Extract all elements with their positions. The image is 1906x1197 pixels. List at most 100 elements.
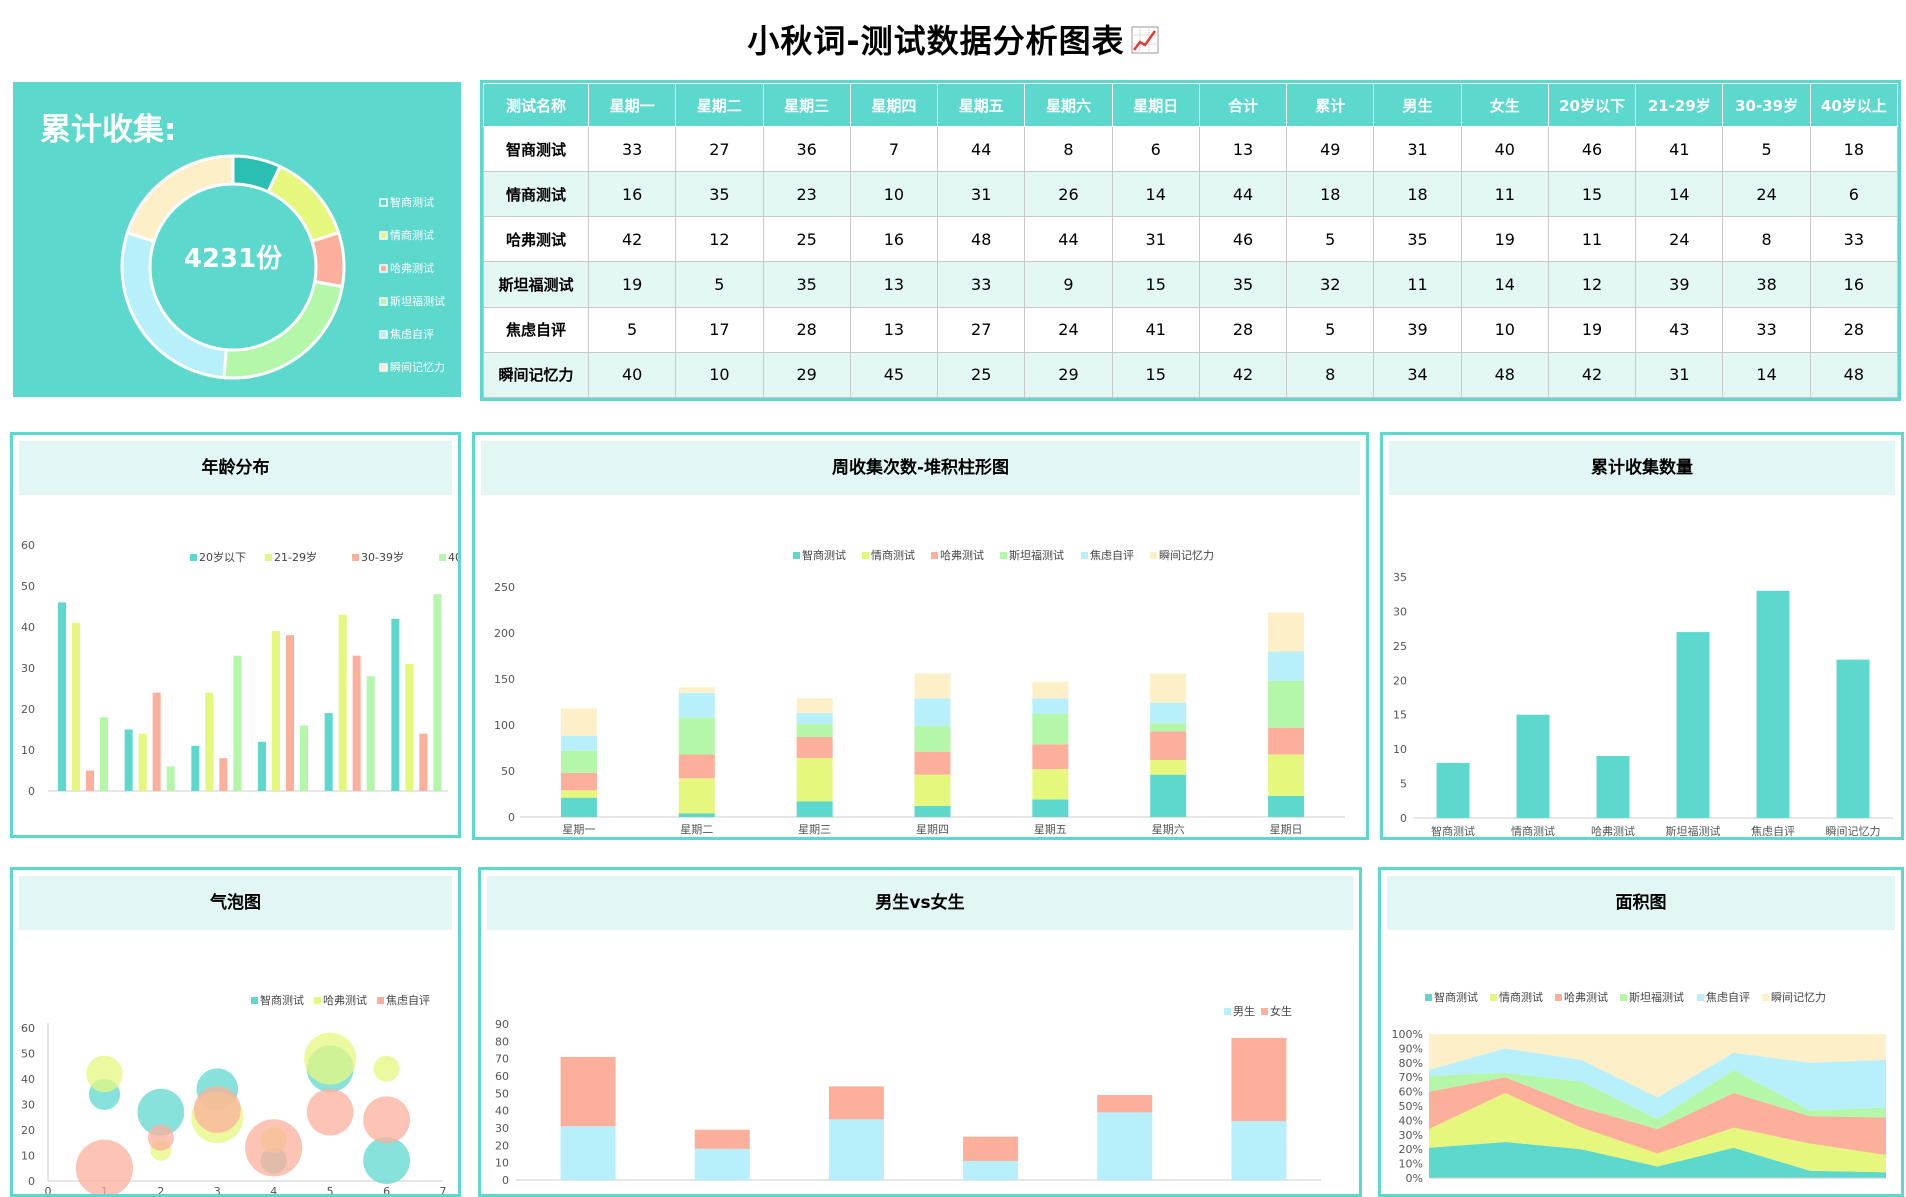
bubble-point	[86, 1055, 123, 1093]
y-tick-label: 60%	[1399, 1086, 1423, 1099]
table-cell: 10	[675, 351, 764, 399]
table-cell: 24	[1635, 216, 1724, 263]
y-tick-label: 100%	[1392, 1028, 1423, 1041]
x-tick-label: 5	[327, 1185, 334, 1194]
x-tick-label: 瞬间记忆力	[1826, 825, 1881, 837]
weekly-bar-segment	[914, 751, 951, 775]
table-header-15: 40岁以上	[1809, 83, 1899, 127]
table-cell: 15	[1111, 351, 1200, 399]
table-header-11: 女生	[1460, 83, 1549, 127]
table-cell: 14	[1635, 171, 1724, 218]
legend-swatch	[1697, 994, 1704, 1001]
table-cell: 6	[1809, 171, 1899, 218]
weekly-bar-segment	[560, 736, 597, 751]
legend-label: 焦虑自评	[390, 328, 434, 341]
table-cell: 35	[675, 171, 764, 218]
y-tick-label: 30%	[1399, 1129, 1423, 1142]
age-bar	[258, 741, 266, 791]
table-header-2: 星期二	[675, 83, 764, 127]
age-bar	[352, 655, 361, 791]
legend-label: 智商测试	[260, 993, 304, 1007]
legend-swatch	[379, 198, 388, 207]
y-tick-label: 90%	[1399, 1042, 1423, 1055]
legend-label: 斯坦福测试	[1009, 548, 1064, 562]
table-cell: 25	[762, 216, 851, 263]
table-cell: 39	[1373, 306, 1462, 353]
y-tick-label: 70	[495, 1053, 509, 1066]
weekly-bar-segment	[796, 724, 833, 737]
y-tick-label: 80%	[1399, 1057, 1423, 1070]
age-bar	[433, 594, 442, 791]
legend-swatch	[352, 554, 359, 561]
table-cell: 9	[1024, 261, 1113, 308]
gender-bar-segment	[963, 1136, 1019, 1161]
x-tick-label: 7	[440, 1185, 447, 1194]
weekly-bar-segment	[1150, 731, 1187, 760]
age-bar	[419, 733, 428, 791]
table-cell: 7	[849, 125, 939, 173]
table-row: 焦虑自评 5 17 28 13 27 24 41 28 5 39 10 19 43 33 28	[483, 306, 1899, 353]
table-cell: 33	[1809, 216, 1899, 263]
chart-increasing-icon	[1131, 24, 1159, 62]
table-cell: 19	[587, 261, 677, 308]
x-tick-label: 4	[270, 1185, 277, 1194]
table-cell: 23	[762, 171, 851, 218]
table-row-name: 焦虑自评	[483, 306, 589, 353]
table-header-7: 星期日	[1111, 83, 1200, 127]
x-tick-label: 星期日	[1270, 823, 1303, 836]
legend-swatch	[1261, 1008, 1268, 1015]
legend-swatch	[190, 554, 197, 561]
table-cell: 42	[587, 216, 677, 263]
age-bar	[219, 758, 228, 791]
table-cell: 11	[1373, 261, 1462, 308]
table-row: 斯坦福测试 19 5 35 13 33 9 15 35 32 11 14 12 39 38 16	[483, 261, 1899, 308]
legend-swatch	[265, 554, 272, 561]
gender-bar-segment	[828, 1119, 884, 1180]
donut-chart: 4231份 智商测试情商测试哈弗测试斯坦福测试焦虑自评瞬间记忆力	[120, 154, 445, 380]
legend-swatch	[1081, 552, 1088, 559]
legend-swatch	[1150, 552, 1157, 559]
weekly-bar-segment	[678, 687, 715, 693]
y-tick-label: 30	[495, 1122, 509, 1135]
table-header-3: 星期三	[762, 83, 851, 127]
weekly-bar-segment	[796, 801, 833, 817]
legend-label: 瞬间记忆力	[1771, 991, 1826, 1004]
gender-bar-segment	[560, 1126, 616, 1180]
table-cell: 11	[1460, 171, 1549, 218]
table-header-1: 星期一	[587, 83, 677, 127]
table-row-name: 智商测试	[483, 125, 589, 173]
table-cell: 14	[1722, 351, 1811, 399]
donut-slice	[125, 154, 235, 244]
y-tick-label: 10	[21, 744, 35, 757]
x-tick-label: 星期二	[680, 823, 713, 836]
legend-swatch	[379, 297, 388, 306]
table-cell: 15	[1111, 261, 1200, 308]
age-bar	[72, 622, 80, 791]
legend-swatch	[1490, 994, 1497, 1001]
data-table: 测试名称 星期一 星期二 星期三 星期四 星期五 星期六 星期日 合计 累计 男生 女生 20岁以下 21…	[483, 83, 1899, 399]
table-cell: 17	[675, 306, 764, 353]
y-tick-label: 20	[1393, 674, 1407, 687]
y-tick-label: 50	[21, 580, 35, 593]
gender-bar-segment	[1231, 1037, 1287, 1122]
table-header-4: 星期四	[849, 83, 939, 127]
weekly-bar-segment	[560, 750, 597, 773]
table-cell: 33	[587, 125, 677, 173]
table-row: 瞬间记忆力 40 10 29 45 25 29 15 42 8 34 48 42 31 14 48	[483, 351, 1899, 399]
y-tick-label: 20	[21, 703, 35, 716]
y-tick-label: 10	[495, 1157, 509, 1170]
x-tick-label: 情商测试	[1511, 824, 1555, 837]
table-cell: 12	[675, 216, 764, 263]
weekly-bar-segment	[914, 698, 951, 726]
legend-swatch	[1425, 994, 1432, 1001]
table-cell: 45	[849, 351, 939, 399]
legend-label: 哈弗测试	[1564, 990, 1608, 1004]
cumulative-bar	[1756, 590, 1790, 818]
y-tick-label: 50	[21, 1048, 35, 1061]
table-cell: 42	[1547, 351, 1637, 399]
x-tick-label: 星期三	[798, 823, 831, 836]
legend-label: 智商测试	[1434, 990, 1478, 1004]
weekly-bar-segment	[914, 725, 951, 752]
table-header-12: 20岁以下	[1547, 83, 1637, 127]
table-cell: 16	[1809, 261, 1899, 308]
